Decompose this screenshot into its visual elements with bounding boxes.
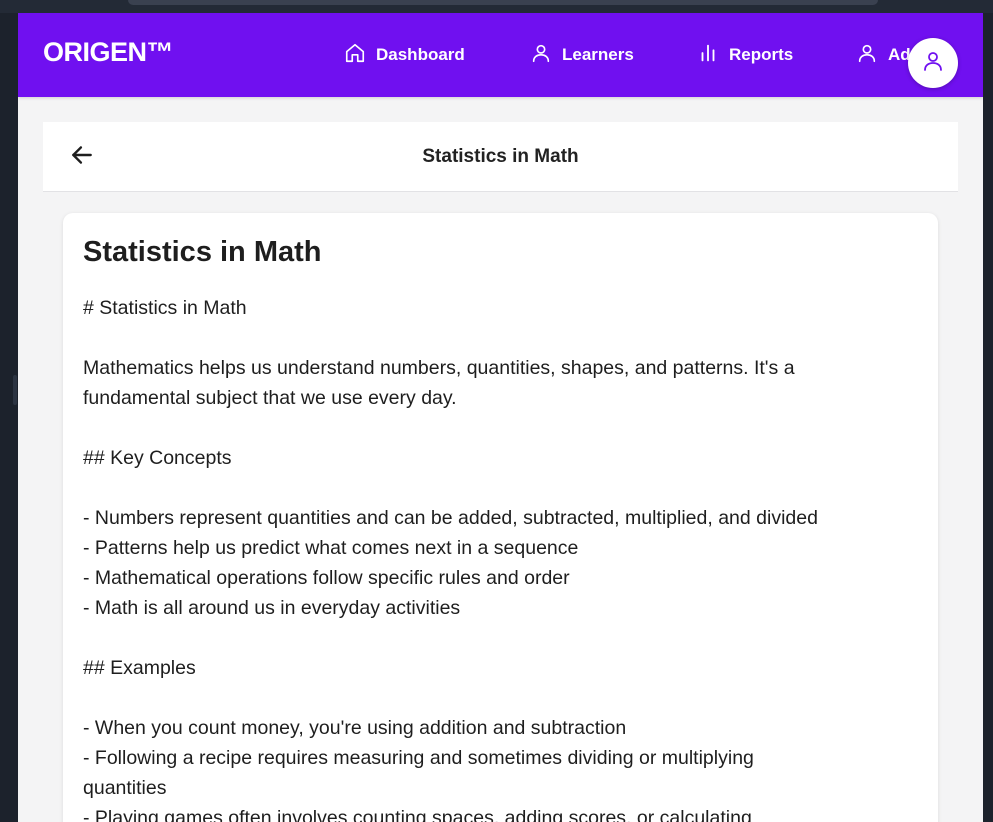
top-navbar: ORIGEN™ Dashboard Learners Reports Ad [18,13,983,97]
app-window: ORIGEN™ Dashboard Learners Reports Ad St… [18,13,983,822]
resize-handle[interactable] [13,375,17,405]
content-line [83,473,923,503]
content-line: ## Key Concepts [83,447,232,469]
content-line [83,413,923,443]
page-header: Statistics in Math [43,122,958,192]
content-line: ## Examples [83,657,196,679]
browser-top-strip [0,0,993,13]
user-icon [530,42,552,69]
content-line: - Numbers represent quantities and can b… [83,507,818,529]
nav-reports-label: Reports [729,45,794,64]
content-line: - Following a recipe requires measuring … [83,747,754,769]
user-icon [921,49,945,78]
brand-logo[interactable]: ORIGEN™ [43,37,174,68]
content-line: - Playing games often involves counting … [83,807,752,822]
nav-learners[interactable]: Learners [530,42,634,68]
page-title: Statistics in Math [422,146,579,167]
content-line: - When you count money, you're using add… [83,717,627,739]
nav-dashboard-label: Dashboard [376,45,465,64]
nav-reports[interactable]: Reports [697,42,793,68]
nav-dashboard[interactable]: Dashboard [344,42,465,68]
profile-avatar-button[interactable] [908,38,958,88]
content-line: - Mathematical operations follow specifi… [83,567,570,589]
lesson-body: # Statistics in Math Mathematics helps u… [83,293,923,822]
nav-admin[interactable]: Ad [856,42,911,68]
content-line: # Statistics in Math [83,297,247,319]
content-line [83,323,923,353]
lesson-title: Statistics in Math [83,236,322,268]
user-icon [856,42,878,69]
content-line [83,623,923,653]
window-left-edge [0,13,18,822]
content-line [83,683,923,713]
content-line: - Patterns help us predict what comes ne… [83,537,579,559]
address-bar[interactable] [128,0,878,5]
nav-learners-label: Learners [562,45,634,64]
content-line: - Math is all around us in everyday acti… [83,597,461,619]
bar-chart-icon [697,42,719,69]
content-line: quantities [83,777,167,799]
lesson-content-card: Statistics in Math # Statistics in Math … [63,213,938,822]
home-icon [344,42,366,69]
content-line: Mathematics helps us understand numbers,… [83,357,795,379]
content-line: fundamental subject that we use every da… [83,387,457,409]
window-right-edge [983,13,993,822]
